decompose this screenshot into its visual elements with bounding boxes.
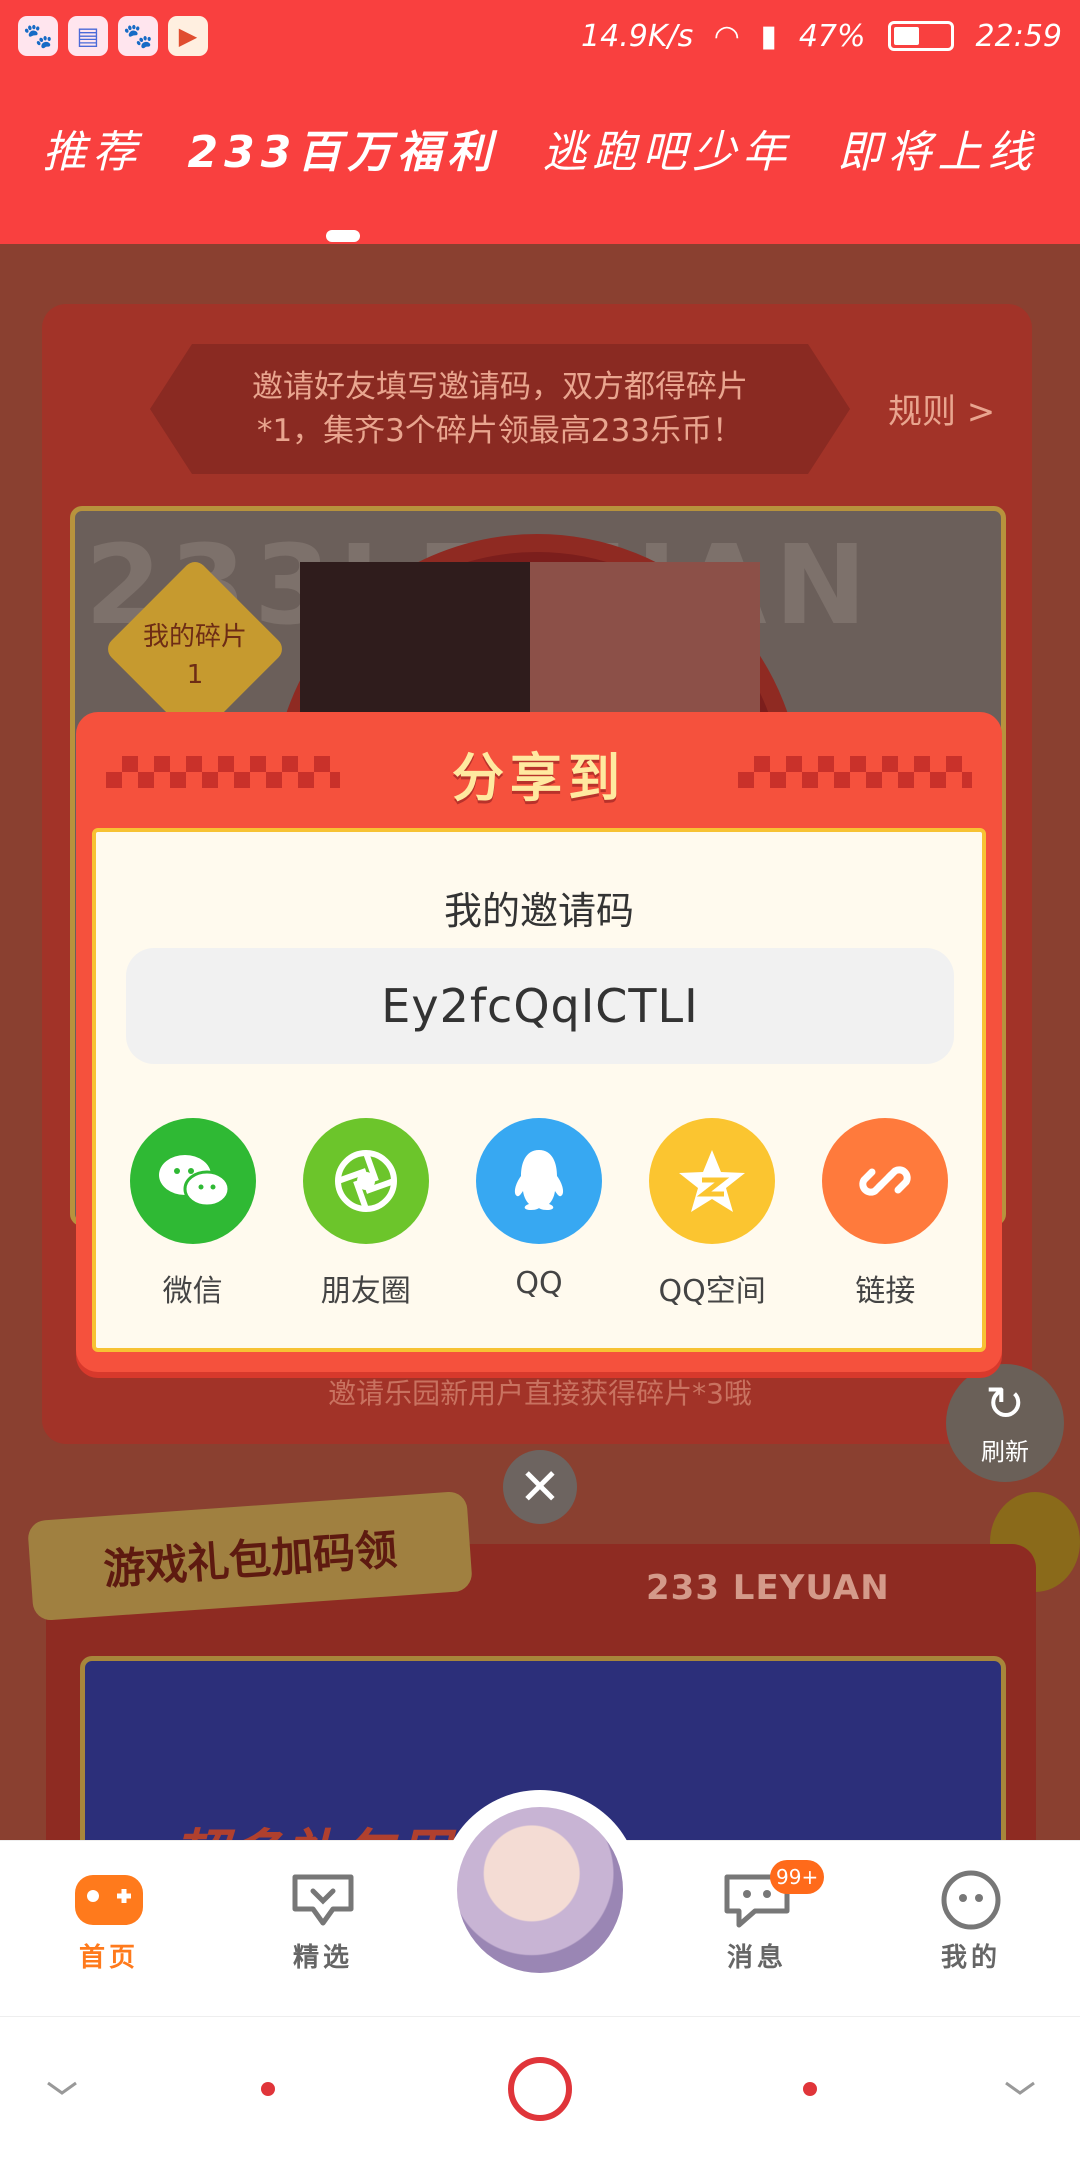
message-badge: 99+ [770,1860,825,1894]
nav-label-me: 我的 [940,1943,1001,1973]
system-nav-bar [0,2016,1080,2160]
tab-recommend[interactable]: 推荐 [43,116,143,200]
qq-icon [475,1118,602,1244]
rules-link[interactable]: 规则 > [888,384,995,433]
share-label-link: 链接 [855,1274,916,1309]
active-tab-indicator [326,230,360,242]
nav-me[interactable]: 我的 [896,1869,1046,1974]
moments-icon [302,1118,429,1244]
invite-code-label: 我的邀请码 [443,889,634,933]
nav-featured[interactable]: 精选 [248,1869,398,1974]
tab-coming-soon[interactable]: 即将上线 [837,116,1037,200]
baidu-app-icon-2: 🐾 [118,16,158,56]
invite-banner: 邀请好友填写邀请码，双方都得碎片*1，集齐3个碎片领最高233乐币！ [150,344,850,474]
video-app-icon: ▶ [168,16,208,56]
refresh-icon: ↻ [984,1375,1026,1432]
share-link[interactable]: 链接 [800,1118,970,1310]
tab-escape-boys[interactable]: 逃跑吧少年 [542,116,792,200]
home-ring-icon[interactable] [506,2055,574,2123]
battery-percent: 47% [798,18,866,54]
share-label-moments: 朋友圈 [320,1274,411,1309]
gamepad-icon [75,1875,143,1925]
nav-label-home: 首页 [78,1943,139,1973]
avatar [457,1807,623,1973]
heart-chat-icon [292,1874,354,1926]
chevron-down-icon-right[interactable] [1002,2079,1038,2099]
dot-icon[interactable] [260,2081,276,2097]
avatar-button[interactable] [440,1790,640,1990]
share-dialog: 分享到 我的邀请码 Ey2fcQqICTLI 微信 朋友圈 QQ QQ空间 链接 [76,712,1002,1372]
share-label-qq: QQ [515,1266,563,1301]
share-label-wechat: 微信 [162,1274,223,1309]
nav-label-messages: 消息 [726,1943,787,1973]
share-options: 微信 朋友圈 QQ QQ空间 链接 [96,1118,982,1310]
share-label-qzone: QQ空间 [658,1274,766,1309]
baidu-app-icon: 🐾 [18,16,58,56]
wifi-icon: ◠ [715,18,739,54]
network-speed: 14.9K/s [581,18,694,54]
close-icon: ✕ [519,1458,561,1516]
signal-icon: ▮ [760,18,777,54]
close-dialog-button[interactable]: ✕ [503,1450,577,1524]
share-wechat[interactable]: 微信 [108,1118,278,1310]
bonus-hint: 邀请乐园新用户直接获得碎片*3哦 [328,1377,752,1410]
chevron-down-icon[interactable] [44,2079,80,2099]
top-tab-bar: 推荐 233百万福利 逃跑吧少年 即将上线 [0,72,1080,244]
nav-home[interactable]: 首页 [34,1869,184,1974]
dialog-title: 分享到 [451,749,626,809]
fragment-label: 我的碎片 [142,622,247,652]
qzone-icon [649,1118,776,1244]
leyuan-label: 233 LEYUAN [646,1568,890,1608]
invite-code-field[interactable]: Ey2fcQqICTLI [126,948,954,1064]
notepad-app-icon: ▤ [68,16,108,56]
clock: 22:59 [975,18,1062,54]
battery-icon [887,21,954,51]
nav-label-featured: 精选 [292,1943,353,1973]
dialog-body: 我的邀请码 Ey2fcQqICTLI 微信 朋友圈 QQ QQ空间 链接 [92,828,986,1352]
dot-icon-right[interactable] [802,2081,818,2097]
refresh-label: 刷新 [981,1437,1029,1466]
share-qq[interactable]: QQ [454,1118,624,1310]
refresh-button[interactable]: ↻ 刷新 [946,1364,1064,1482]
fragment-count: 1 [186,660,204,690]
status-bar: 🐾 ▤ 🐾 ▶ 14.9K/s ◠ ▮ 47% 22:59 [0,0,1080,72]
battery-fill [893,27,919,45]
tab-233-welfare[interactable]: 233百万福利 [188,116,498,200]
wechat-icon [129,1118,256,1244]
share-moments[interactable]: 朋友圈 [281,1118,451,1310]
share-qzone[interactable]: QQ空间 [627,1118,797,1310]
face-icon [941,1870,1001,1930]
link-icon [822,1118,949,1244]
notification-icons: 🐾 ▤ 🐾 ▶ [18,16,208,56]
